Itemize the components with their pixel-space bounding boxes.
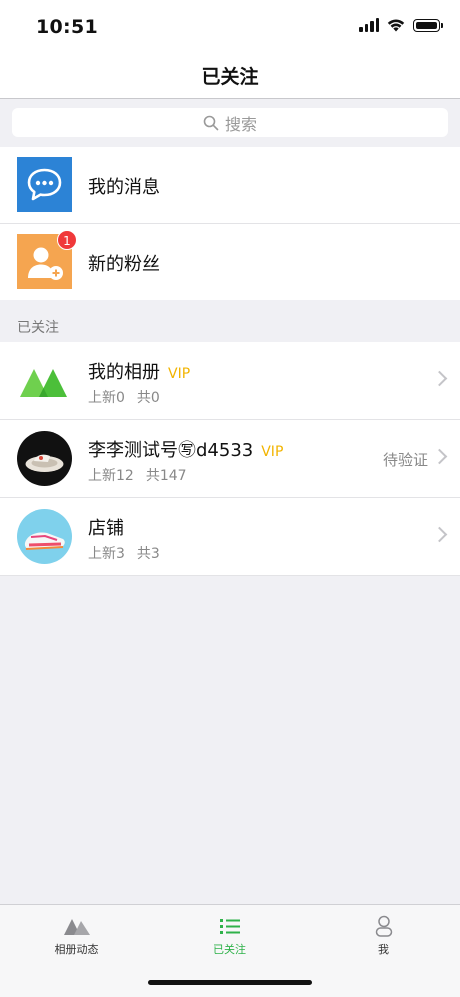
signal-icon xyxy=(359,18,379,32)
page-title: 已关注 xyxy=(201,66,259,88)
nav-bar: 已关注 xyxy=(0,52,460,99)
tab-following[interactable]: 已关注 xyxy=(153,915,306,957)
search-input[interactable]: 搜索 xyxy=(12,108,448,137)
tab-label: 已关注 xyxy=(213,943,246,956)
follow-stats: 上新3 共3 xyxy=(88,546,160,562)
menu-item-label: 新的粉丝 xyxy=(88,254,160,275)
home-indicator xyxy=(148,980,312,985)
follow-item-test-account[interactable]: 李李测试号㊢d4533 VIP 上新12 共147 待验证 xyxy=(0,420,460,498)
tab-label: 相册动态 xyxy=(54,943,99,956)
status-icons xyxy=(359,18,443,32)
chevron-right-icon xyxy=(431,448,448,465)
avatar xyxy=(17,431,72,486)
section-title: 已关注 xyxy=(17,320,59,336)
menu-item-new-fans[interactable]: 1 新的粉丝 xyxy=(0,224,460,300)
section-header: 已关注 xyxy=(0,300,460,342)
follow-item-shop[interactable]: 店铺 上新3 共3 xyxy=(0,498,460,575)
mountain-icon xyxy=(63,915,90,937)
vip-badge: VIP xyxy=(168,366,191,382)
tab-album-feed[interactable]: 相册动态 xyxy=(0,915,153,957)
follow-list: 我的相册 VIP 上新0 共0 李李测试号㊢d4533 VIP 上新12 共147 待验… xyxy=(0,342,460,576)
menu-item-label: 我的消息 xyxy=(88,177,160,198)
wifi-icon xyxy=(387,19,405,32)
chevron-right-icon xyxy=(431,370,448,387)
chevron-right-icon xyxy=(431,526,448,543)
status-bar: 10:51 xyxy=(0,0,460,52)
search-icon xyxy=(203,115,219,130)
follow-name: 店铺 xyxy=(88,518,124,539)
album-mountain-avatar xyxy=(17,353,72,408)
chat-icon xyxy=(17,157,72,212)
avatar xyxy=(17,509,72,564)
person-icon xyxy=(371,915,397,937)
search-placeholder: 搜索 xyxy=(224,114,257,134)
tab-label: 我 xyxy=(378,943,389,956)
follow-item-my-album[interactable]: 我的相册 VIP 上新0 共0 xyxy=(0,342,460,420)
menu-item-messages[interactable]: 我的消息 xyxy=(0,147,460,224)
list-icon xyxy=(217,915,243,937)
search-area: 搜索 xyxy=(0,99,460,147)
follow-name: 我的相册 VIP xyxy=(88,362,191,383)
tab-me[interactable]: 我 xyxy=(307,915,460,957)
follow-name: 李李测试号㊢d4533 VIP xyxy=(88,440,284,461)
vip-badge: VIP xyxy=(261,444,284,460)
battery-icon xyxy=(413,18,443,32)
follow-stats: 上新12 共147 xyxy=(88,468,187,484)
notification-badge: 1 xyxy=(57,230,77,250)
follow-stats: 上新0 共0 xyxy=(88,390,160,406)
status-label: 待验证 xyxy=(382,451,428,469)
menu-list: 我的消息 1 新的粉丝 xyxy=(0,147,460,300)
status-time: 10:51 xyxy=(36,16,98,38)
